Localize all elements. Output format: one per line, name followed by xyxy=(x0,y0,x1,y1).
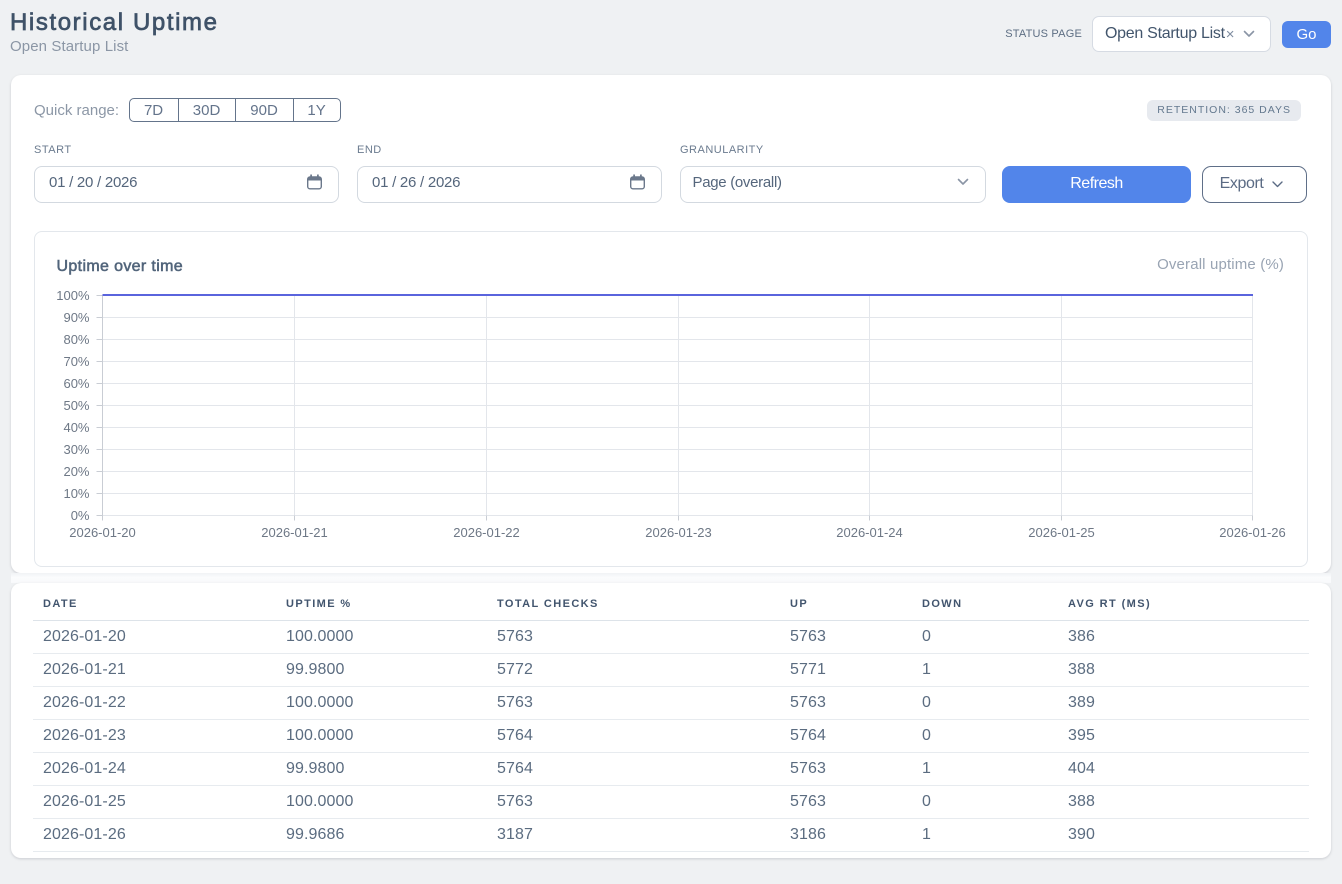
svg-text:30%: 30% xyxy=(63,442,89,457)
svg-text:50%: 50% xyxy=(63,398,89,413)
svg-text:90%: 90% xyxy=(63,310,89,325)
svg-text:0%: 0% xyxy=(71,508,90,523)
svg-text:60%: 60% xyxy=(63,376,89,391)
svg-text:2026-01-20: 2026-01-20 xyxy=(69,525,136,540)
svg-text:2026-01-23: 2026-01-23 xyxy=(645,525,712,540)
svg-text:80%: 80% xyxy=(63,332,89,347)
svg-text:100%: 100% xyxy=(56,288,90,303)
svg-text:70%: 70% xyxy=(63,354,89,369)
svg-text:2026-01-21: 2026-01-21 xyxy=(261,525,328,540)
svg-text:10%: 10% xyxy=(63,486,89,501)
svg-text:40%: 40% xyxy=(63,420,89,435)
svg-text:2026-01-25: 2026-01-25 xyxy=(1028,525,1095,540)
svg-text:2026-01-22: 2026-01-22 xyxy=(453,525,520,540)
svg-text:2026-01-24: 2026-01-24 xyxy=(836,525,903,540)
svg-text:20%: 20% xyxy=(63,464,89,479)
svg-text:2026-01-26: 2026-01-26 xyxy=(1219,525,1286,540)
